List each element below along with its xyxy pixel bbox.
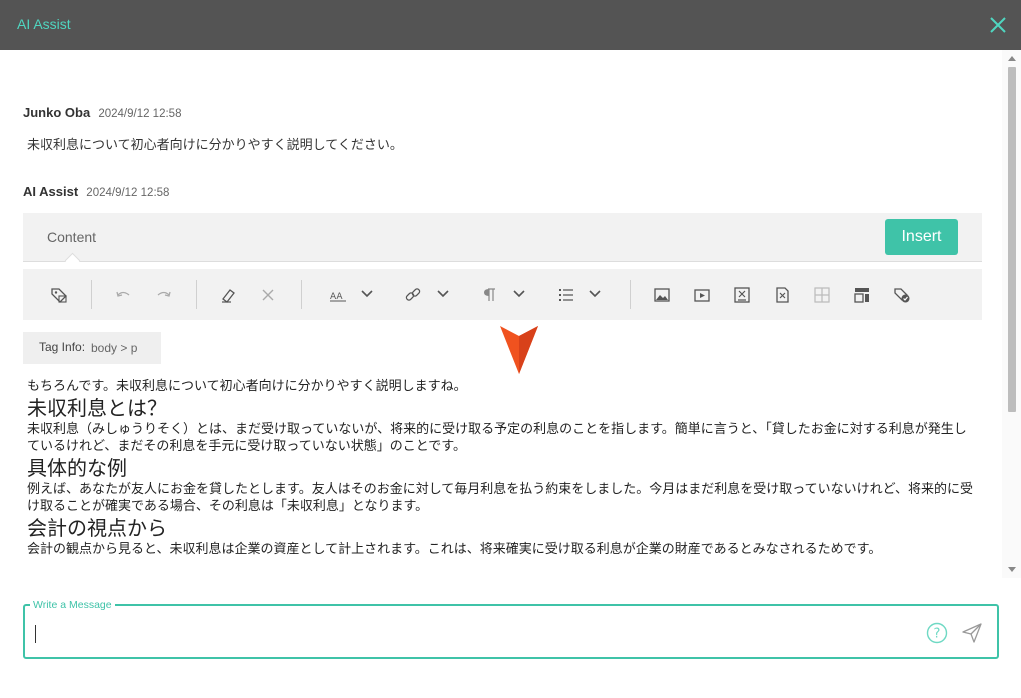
message-timestamp: 2024/9/12 12:58 <box>98 108 182 120</box>
list-icon[interactable] <box>556 285 576 305</box>
message-composer: ? <box>23 604 999 659</box>
content-paragraph: 未収利息（みしゅうりそく）とは、まだ受け取っていないが、将来的に受け取る予定の利… <box>27 422 967 454</box>
tag-info-bar: Tag Info: body > p <box>23 332 161 364</box>
toolbar-divider <box>196 280 197 309</box>
content-paragraph: 会計の観点から見ると、未収利息は企業の資産として計上されます。これは、将来確実に… <box>27 542 882 557</box>
scroll-down-icon[interactable] <box>1008 567 1016 572</box>
message-author: AI Assist <box>23 184 79 199</box>
help-icon[interactable]: ? <box>926 622 948 644</box>
message-input[interactable] <box>33 618 917 646</box>
message-timestamp: 2024/9/12 12:58 <box>86 187 170 199</box>
close-icon[interactable] <box>987 14 1009 36</box>
content-heading: 会計の視点から <box>27 516 167 540</box>
chevron-down-icon[interactable] <box>513 289 525 299</box>
undo-icon[interactable] <box>113 285 133 305</box>
window-title: AI Assist <box>17 16 71 32</box>
chevron-down-icon[interactable] <box>589 289 601 299</box>
tag-icon[interactable] <box>49 285 69 305</box>
content-intro: もちろんです。未収利息について初心者向けに分かりやすく説明しますね。 <box>27 379 467 394</box>
user-message-text: 未収利息について初心者向けに分かりやすく説明してください。 <box>27 138 403 153</box>
chevron-down-icon[interactable] <box>361 289 373 299</box>
message-author: Junko Oba <box>23 105 91 120</box>
editor-content[interactable]: もちろんです。未収利息について初心者向けに分かりやすく説明しますね。 未収利息と… <box>27 378 977 558</box>
link-icon[interactable] <box>403 285 423 305</box>
tab-content[interactable]: Content <box>47 229 96 245</box>
title-bar: AI Assist <box>0 0 1021 50</box>
composer-label: Write a Message <box>30 599 115 611</box>
tab-indicator <box>64 252 81 269</box>
tag-info-label: Tag Info: <box>39 340 86 354</box>
tag-check-icon[interactable] <box>892 285 912 305</box>
table-icon[interactable] <box>732 285 752 305</box>
content-heading: 未収利息とは？ <box>27 396 167 420</box>
grid-icon[interactable] <box>812 285 832 305</box>
video-icon[interactable] <box>692 285 712 305</box>
clear-icon[interactable] <box>258 285 278 305</box>
assistant-message-header: AI Assist 2024/9/12 12:58 <box>23 184 169 200</box>
toolbar-divider <box>301 280 302 309</box>
eraser-icon[interactable] <box>218 285 238 305</box>
editor-toolbar: AA <box>23 269 982 320</box>
content-paragraph: 例えば、あなたが友人にお金を貸したとします。友人はそのお金に対して毎月利息を払う… <box>27 482 974 514</box>
user-message-header: Junko Oba 2024/9/12 12:58 <box>23 105 181 121</box>
toolbar-divider <box>630 280 631 309</box>
scrollbar-thumb[interactable] <box>1008 67 1016 412</box>
insert-button[interactable]: Insert <box>885 219 958 255</box>
font-size-icon[interactable]: AA <box>328 285 348 305</box>
text-caret <box>35 625 36 643</box>
toolbar-divider <box>91 280 92 309</box>
send-icon[interactable] <box>961 622 983 644</box>
chat-history[interactable]: Junko Oba 2024/9/12 12:58 未収利息について初心者向けに… <box>0 50 1021 578</box>
table-cut-icon[interactable] <box>772 285 792 305</box>
chat-scrollbar[interactable] <box>1002 50 1021 578</box>
image-icon[interactable] <box>652 285 672 305</box>
content-heading: 具体的な例 <box>27 456 127 480</box>
paragraph-icon[interactable] <box>480 285 500 305</box>
template-icon[interactable] <box>852 285 872 305</box>
svg-text:?: ? <box>934 627 941 642</box>
chevron-down-icon[interactable] <box>437 289 449 299</box>
pointer-marker-icon <box>500 326 538 374</box>
tag-info-path: body > p <box>91 341 138 355</box>
scroll-up-icon[interactable] <box>1008 56 1016 61</box>
editor-tab-bar: Content Insert <box>23 213 982 269</box>
redo-icon[interactable] <box>154 285 174 305</box>
